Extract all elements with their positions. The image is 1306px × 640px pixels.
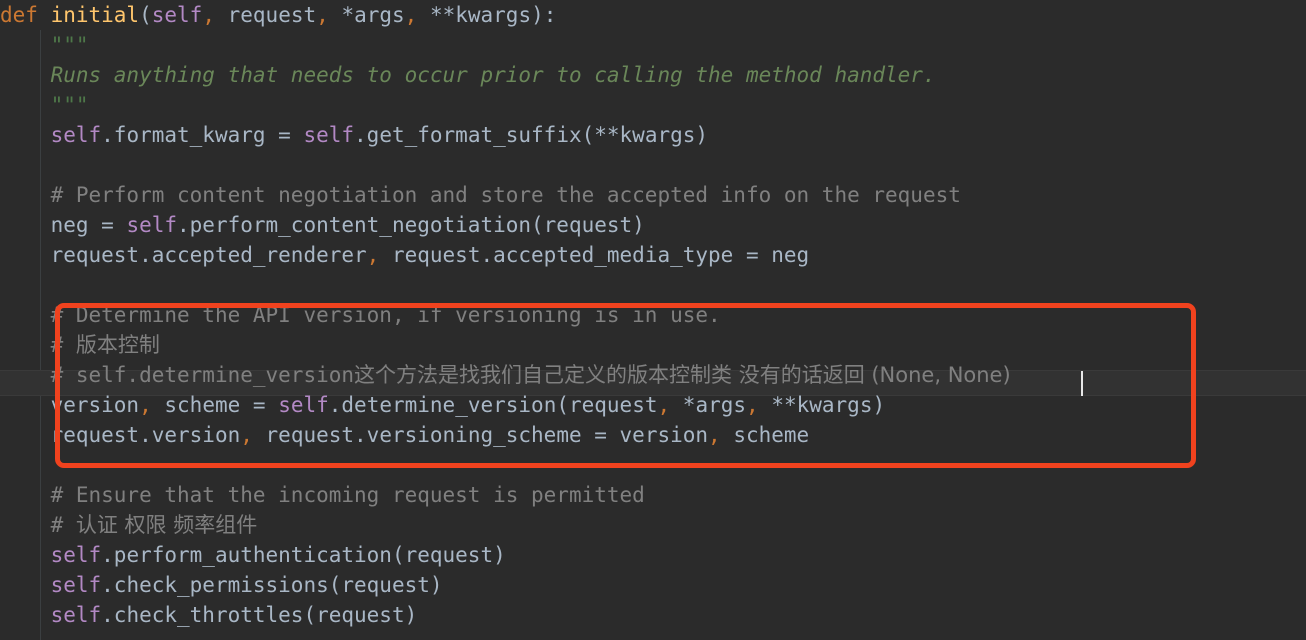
- token-self: self: [303, 123, 355, 147]
- token-plain: neg =: [50, 213, 127, 237]
- code-line[interactable]: request.accepted_renderer, request.accep…: [0, 240, 1306, 270]
- token-punct: ,: [240, 423, 253, 447]
- token-punct: ,: [316, 3, 342, 27]
- code-line[interactable]: # 认证 权限 频率组件: [0, 510, 1306, 540]
- code-line[interactable]: self.perform_authentication(request): [0, 540, 1306, 570]
- token-docq: """: [50, 33, 89, 57]
- token-comment: # self.determine_version: [50, 363, 355, 387]
- code-line[interactable]: """: [0, 30, 1306, 60]
- token-plain: *args: [670, 393, 747, 417]
- code-line[interactable]: neg = self.perform_content_negotiation(r…: [0, 210, 1306, 240]
- token-comment: # Determine the API version, if versioni…: [50, 303, 721, 327]
- token-plain: request: [227, 3, 317, 27]
- token-plain: *args: [341, 3, 405, 27]
- code-line[interactable]: Runs anything that needs to occur prior …: [0, 60, 1306, 90]
- token-comment: #: [50, 513, 76, 537]
- token-punct: ,: [708, 423, 721, 447]
- code-line[interactable]: # Ensure that the incoming request is pe…: [0, 480, 1306, 510]
- token-cn: 这个方法是找我们自己定义的版本控制类 没有的话返回 (None, None): [354, 363, 1011, 387]
- token-comment: # Perform content negotiation and store …: [50, 183, 961, 207]
- token-self: self: [126, 213, 178, 237]
- token-plain: request.versioning_scheme = version: [252, 423, 709, 447]
- code-line[interactable]: self.check_throttles(request): [0, 600, 1306, 630]
- token-plain: request.accepted_renderer: [50, 243, 367, 267]
- code-line[interactable]: [0, 270, 1306, 300]
- token-punct: ,: [404, 3, 430, 27]
- code-line-highlighted[interactable]: # 版本控制: [0, 330, 1306, 360]
- code-line[interactable]: self.format_kwarg = self.get_format_suff…: [0, 120, 1306, 150]
- code-line[interactable]: # Perform content negotiation and store …: [0, 180, 1306, 210]
- token-plain: .check_throttles(request): [101, 603, 418, 627]
- token-punct: ,: [657, 393, 671, 417]
- token-self: self: [50, 603, 102, 627]
- text-caret: [1081, 371, 1083, 396]
- token-plain: request.accepted_media_type = neg: [379, 243, 810, 267]
- token-plain: scheme =: [151, 393, 279, 417]
- token-plain: .get_format_suffix(**kwargs): [354, 123, 709, 147]
- token-fn: initial: [50, 3, 140, 27]
- token-punct: ,: [139, 393, 152, 417]
- token-plain: .format_kwarg =: [101, 123, 304, 147]
- token-plain: .determine_version(request: [328, 393, 658, 417]
- code-lines-container[interactable]: def initial(self, request, *args, **kwar…: [0, 0, 1306, 630]
- code-line[interactable]: [0, 450, 1306, 480]
- code-line[interactable]: """: [0, 90, 1306, 120]
- code-line-highlighted[interactable]: # Determine the API version, if versioni…: [0, 300, 1306, 330]
- code-editor[interactable]: def initial(self, request, *args, **kwar…: [0, 0, 1306, 640]
- token-plain: .perform_content_negotiation(request): [177, 213, 645, 237]
- token-plain: .check_permissions(request): [101, 573, 443, 597]
- token-self: self: [50, 543, 102, 567]
- token-comment: #: [50, 333, 76, 357]
- token-self: self: [278, 393, 329, 417]
- code-line-highlighted[interactable]: request.version, request.versioning_sche…: [0, 420, 1306, 450]
- code-line-highlighted[interactable]: # self.determine_version这个方法是找我们自己定义的版本控…: [0, 360, 1306, 390]
- token-plain: version: [50, 393, 140, 417]
- token-doc: Runs anything that needs to occur prior …: [50, 63, 936, 87]
- token-cn: 版本控制: [75, 333, 160, 357]
- token-self: self: [50, 123, 102, 147]
- code-line-highlighted[interactable]: version, scheme = self.determine_version…: [0, 390, 1306, 420]
- token-plain: **kwargs): [758, 393, 886, 417]
- token-plain: **kwargs):: [429, 3, 557, 27]
- token-docq: """: [50, 93, 89, 117]
- code-line[interactable]: def initial(self, request, *args, **kwar…: [0, 0, 1306, 30]
- token-punct: ,: [202, 3, 228, 27]
- token-self: self: [50, 573, 102, 597]
- token-punct: ,: [366, 243, 380, 267]
- token-cn: 认证 权限 频率组件: [75, 513, 258, 537]
- token-plain: (: [139, 3, 152, 27]
- code-line[interactable]: self.check_permissions(request): [0, 570, 1306, 600]
- token-plain: scheme: [720, 423, 810, 447]
- token-self: self: [151, 3, 203, 27]
- token-plain: request.version: [50, 423, 241, 447]
- code-line[interactable]: [0, 150, 1306, 180]
- token-plain: .perform_authentication(request): [101, 543, 506, 567]
- token-punct: ,: [746, 393, 759, 417]
- token-comment: # Ensure that the incoming request is pe…: [50, 483, 645, 507]
- token-kw: def: [0, 3, 51, 27]
